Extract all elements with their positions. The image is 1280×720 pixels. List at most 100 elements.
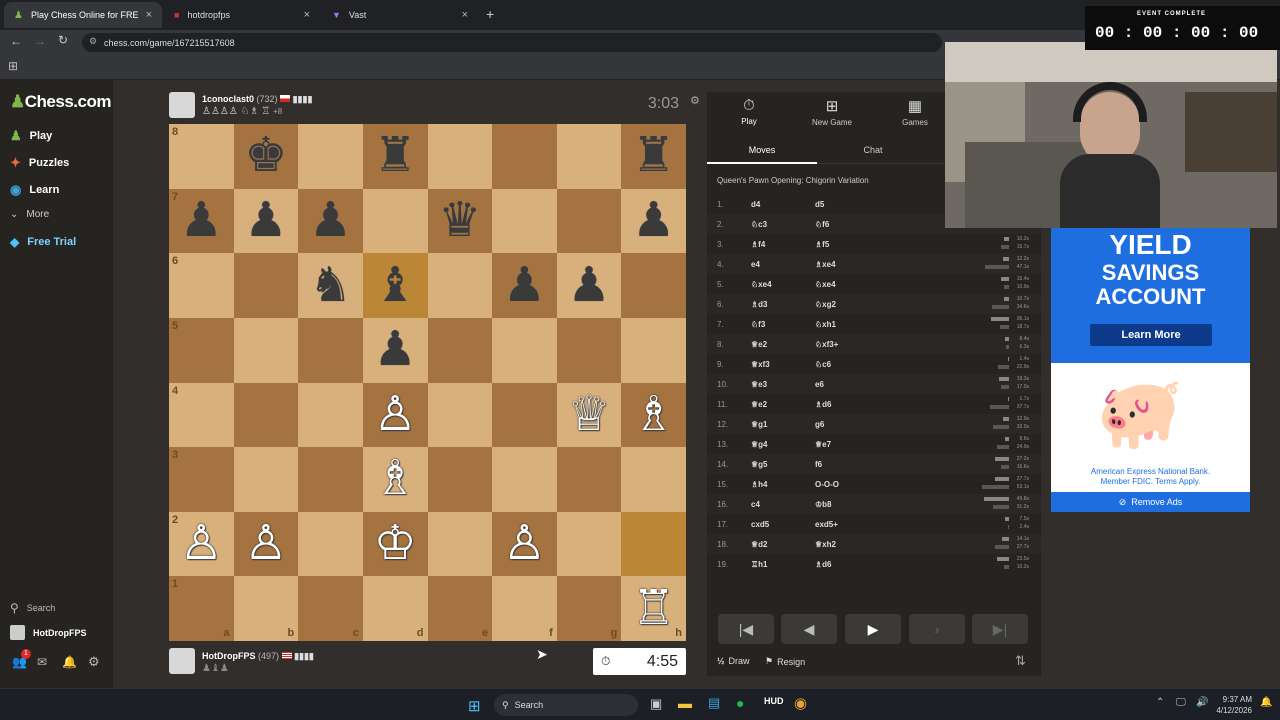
start-icon[interactable]: ⊞ <box>468 697 481 715</box>
close-tab-icon[interactable]: × <box>146 9 152 21</box>
opponent-avatar[interactable] <box>169 92 195 118</box>
next-move-button[interactable]: › <box>909 614 965 644</box>
square-g7[interactable] <box>556 188 622 254</box>
previous-move-button[interactable]: ◀ <box>781 614 837 644</box>
square-b6[interactable] <box>233 253 299 318</box>
square-e8[interactable] <box>427 124 493 189</box>
sidebar-item-more[interactable]: ⌄ More <box>10 209 49 220</box>
chess-piece[interactable]: ♗ <box>632 390 675 439</box>
white-move[interactable]: ♕d2 <box>751 540 768 549</box>
white-move[interactable]: ♗d3 <box>751 300 768 309</box>
remove-ads-button[interactable]: ⊘ Remove Ads <box>1051 492 1250 512</box>
taskbar-clock[interactable]: 9:37 AM 4/12/2026 <box>1212 694 1252 716</box>
square-e4[interactable] <box>427 382 493 448</box>
resign-button[interactable]: ⚑ Resign <box>765 656 805 667</box>
square-e1[interactable]: e <box>427 576 493 641</box>
square-b5[interactable] <box>233 317 299 383</box>
white-move[interactable]: ♕e2 <box>751 340 767 349</box>
square-a5[interactable]: 5 <box>169 317 234 383</box>
tab-games[interactable]: ▦ Games <box>875 97 955 127</box>
white-move[interactable]: ♘c3 <box>751 220 767 229</box>
board-settings-icon[interactable]: ⚙ <box>690 94 700 107</box>
square-c4[interactable] <box>298 382 363 448</box>
square-d5[interactable]: ♟ <box>362 317 428 383</box>
player-name[interactable]: HotDropFPS <box>202 651 256 661</box>
chrome-icon[interactable]: ◉ <box>794 694 807 712</box>
square-h2[interactable] <box>621 511 686 577</box>
square-h3[interactable] <box>621 447 686 512</box>
square-f5[interactable] <box>492 317 557 383</box>
file-explorer-icon[interactable]: ▬ <box>678 695 692 711</box>
square-a2[interactable]: ♙ 2 <box>169 511 234 577</box>
square-b3[interactable] <box>233 447 299 512</box>
chess-piece[interactable]: ♟ <box>568 261 611 310</box>
black-move[interactable]: ♘xh1 <box>815 320 836 329</box>
task-view-icon[interactable]: ▣ <box>650 696 662 712</box>
square-a7[interactable]: ♟ 7 <box>169 188 234 254</box>
square-d2[interactable]: ♔ <box>362 511 428 577</box>
browser-tab-chess[interactable]: ♟ Play Chess Online for FREE - 2 F × <box>4 2 162 28</box>
black-move[interactable]: d5 <box>815 200 824 209</box>
black-move[interactable]: ♗xe4 <box>815 260 836 269</box>
play-moves-button[interactable]: ▶ <box>845 614 901 644</box>
square-g1[interactable]: g <box>556 576 622 641</box>
site-info-icon[interactable]: ⚙ <box>89 36 97 47</box>
square-c7[interactable]: ♟ <box>298 188 363 254</box>
volume-icon[interactable]: 🔊 <box>1196 697 1208 708</box>
network-icon[interactable]: 🖵 <box>1176 697 1186 708</box>
tray-chevron-icon[interactable]: ⌃ <box>1156 697 1164 708</box>
square-g2[interactable] <box>556 511 622 577</box>
forward-arrow-icon[interactable]: → <box>34 34 46 48</box>
draw-button[interactable]: ½ Draw <box>717 656 750 666</box>
square-f8[interactable] <box>492 124 557 189</box>
black-move[interactable]: ♘c6 <box>815 360 831 369</box>
black-move[interactable]: f6 <box>815 460 822 469</box>
chess-piece[interactable]: ♚ <box>244 132 287 180</box>
white-move[interactable]: ♗f4 <box>751 240 765 249</box>
notification-bell-icon[interactable]: 🔔 <box>1260 697 1272 708</box>
white-move[interactable]: ♘xe4 <box>751 280 772 289</box>
square-b8[interactable]: ♚ <box>233 124 299 189</box>
square-b4[interactable] <box>233 382 299 448</box>
apps-grid-icon[interactable]: ⊞ <box>8 59 18 73</box>
chess-piece[interactable]: ♙ <box>503 520 546 568</box>
close-tab-icon[interactable]: × <box>462 9 468 21</box>
tab-new-game[interactable]: ⊞ New Game <box>792 97 872 127</box>
square-a6[interactable]: 6 <box>169 253 234 318</box>
square-h4[interactable]: ♗ <box>621 382 686 448</box>
chess-piece[interactable]: ♕ <box>568 390 611 439</box>
bell-icon[interactable]: 🔔 <box>62 655 77 669</box>
chess-piece[interactable]: ♟ <box>309 196 352 245</box>
white-move[interactable]: ♕g1 <box>751 420 768 429</box>
white-move[interactable]: ♗h4 <box>751 480 768 489</box>
white-move[interactable]: cxd5 <box>751 520 769 529</box>
square-d6[interactable]: ♝ <box>362 253 428 318</box>
square-a4[interactable]: 4 <box>169 382 234 448</box>
white-move[interactable]: ♕e2 <box>751 400 767 409</box>
sidebar-item-play[interactable]: ♟ Play <box>10 128 52 144</box>
chess-piece[interactable]: ♔ <box>374 520 417 568</box>
square-d3[interactable]: ♗ <box>362 447 428 512</box>
square-c2[interactable] <box>298 511 363 577</box>
square-g4[interactable]: ♕ <box>556 382 622 448</box>
chess-piece[interactable]: ♟ <box>374 326 417 374</box>
square-f1[interactable]: f <box>492 576 557 641</box>
advertisement[interactable]: YIELD SAVINGS ACCOUNT Learn More 🐖 Ameri… <box>1051 228 1250 512</box>
sidebar-item-learn[interactable]: ◉ Learn <box>10 182 59 198</box>
square-e5[interactable] <box>427 317 493 383</box>
gear-icon[interactable]: ⚙ <box>88 654 100 670</box>
square-e7[interactable]: ♛ <box>427 188 493 254</box>
square-d8[interactable]: ♜ <box>362 124 428 189</box>
chess-piece[interactable]: ♜ <box>632 132 675 180</box>
square-c8[interactable] <box>298 124 363 189</box>
square-b7[interactable]: ♟ <box>233 188 299 254</box>
square-f6[interactable]: ♟ <box>492 253 557 318</box>
taskbar-search[interactable]: ⚲ Search <box>494 694 638 716</box>
black-move[interactable]: ♗d6 <box>815 560 832 569</box>
chess-piece[interactable]: ♟ <box>503 261 546 310</box>
black-move[interactable]: ♘xg2 <box>815 300 836 309</box>
white-move[interactable]: e4 <box>751 260 760 269</box>
sidebar-user[interactable]: HotDropFPS <box>10 625 87 640</box>
sidebar-search[interactable]: ⚲ Search <box>10 601 55 615</box>
mail-icon[interactable]: ✉ <box>37 655 47 669</box>
